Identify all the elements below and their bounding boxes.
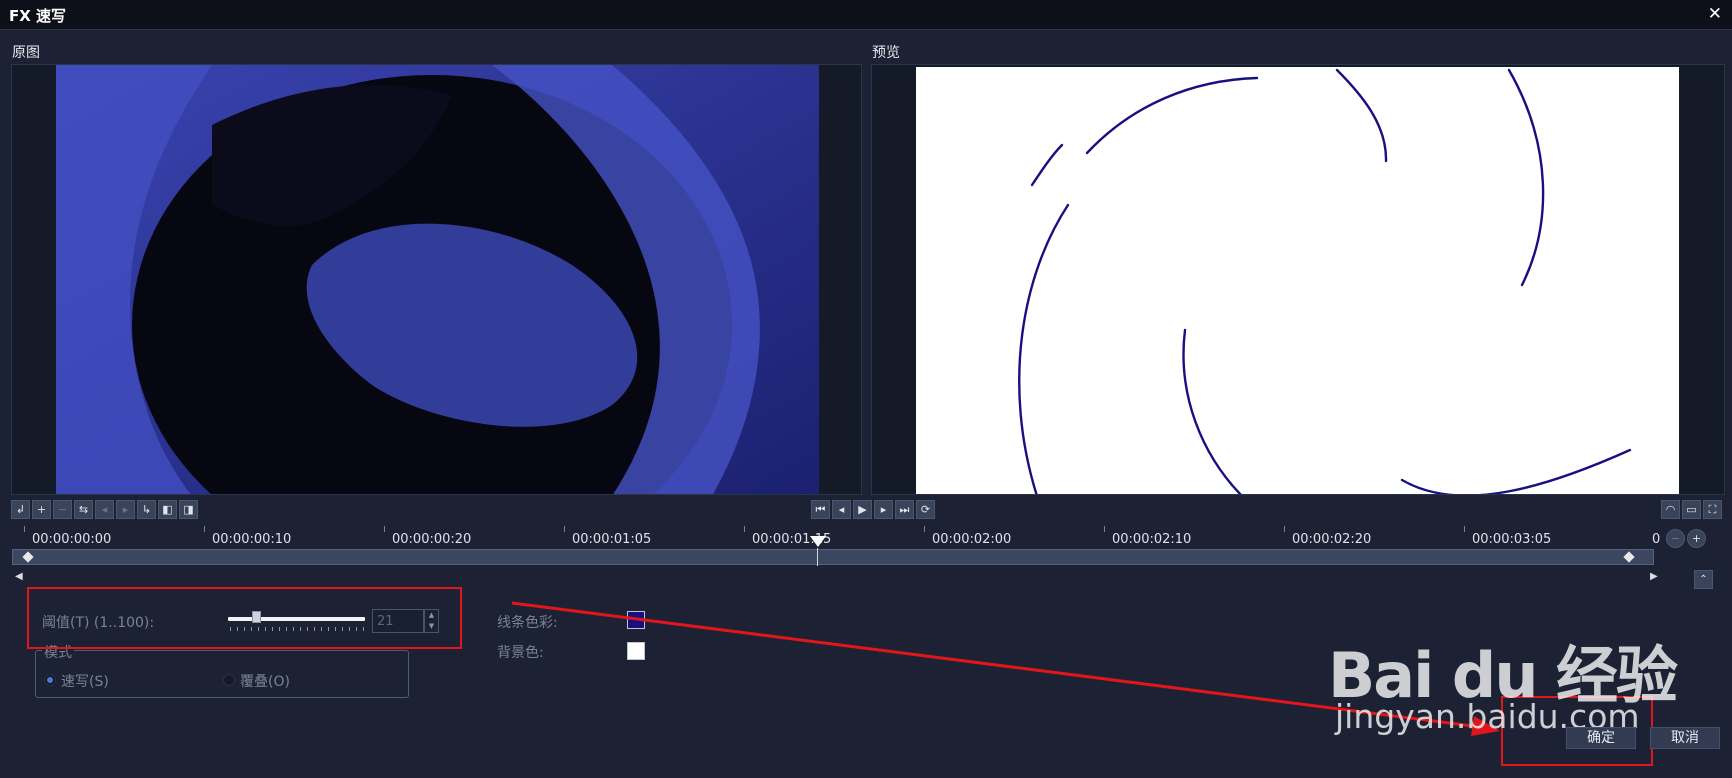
cancel-button[interactable]: 取消 [1650, 727, 1720, 749]
ok-button[interactable]: 确定 [1566, 727, 1636, 749]
